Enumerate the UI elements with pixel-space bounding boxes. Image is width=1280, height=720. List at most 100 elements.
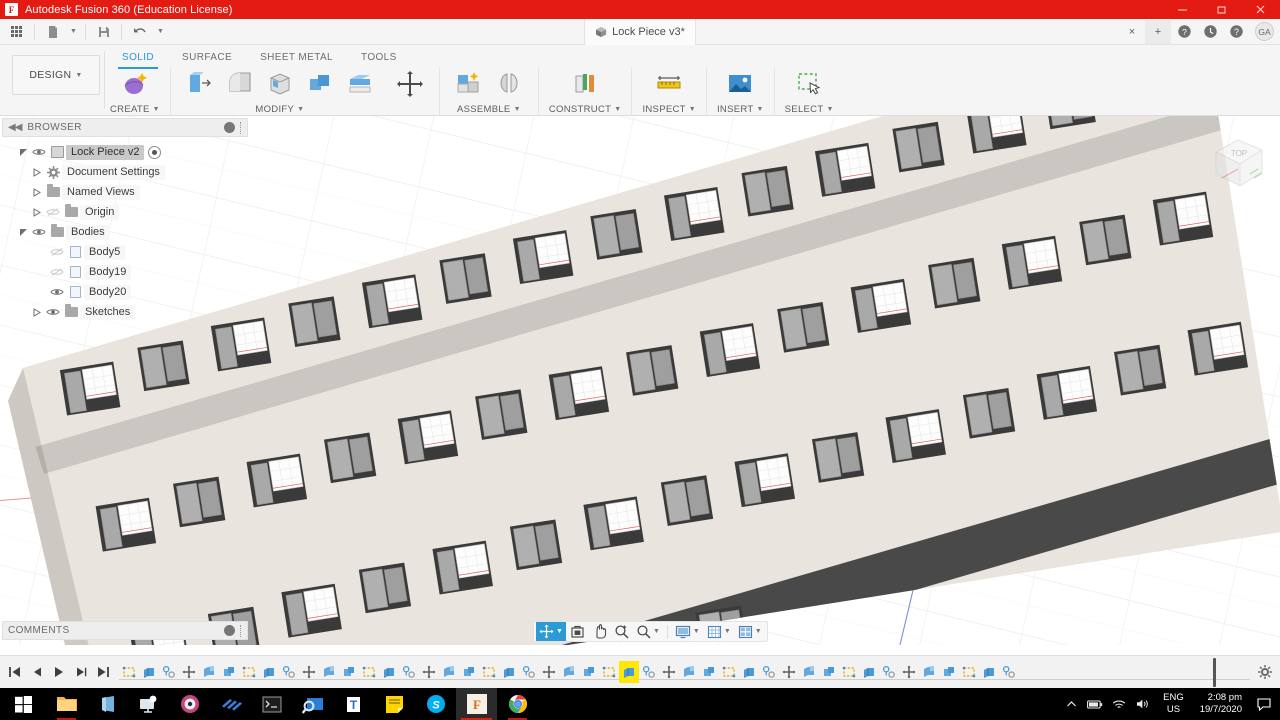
comments-resize-grip[interactable]	[240, 624, 242, 637]
action-center-icon[interactable]	[1250, 688, 1278, 720]
workspace-selector[interactable]: DESIGN ▼	[12, 55, 100, 95]
timeline-settings-icon[interactable]	[1250, 665, 1280, 679]
timeline-track[interactable]	[119, 657, 1250, 687]
new-tab-icon[interactable]: +	[1145, 19, 1171, 44]
viewport-layout-button[interactable]: ▼	[735, 622, 765, 641]
tab-tools[interactable]: TOOLS	[347, 49, 411, 66]
input-language[interactable]: ENG US	[1155, 688, 1192, 720]
timeline-feature[interactable]	[919, 661, 939, 683]
job-status-icon[interactable]	[1197, 20, 1223, 44]
expand-arrow-icon[interactable]	[30, 207, 44, 217]
timeline-feature[interactable]	[859, 661, 879, 683]
search-app-icon[interactable]	[292, 688, 333, 720]
combine-icon[interactable]	[301, 65, 339, 103]
timeline-feature[interactable]	[699, 661, 719, 683]
select-icon[interactable]	[790, 65, 828, 103]
collapse-panel-icon[interactable]: ◀◀	[8, 122, 22, 133]
minimize-button[interactable]	[1163, 0, 1202, 19]
tree-node-sketches[interactable]: Sketches	[2, 302, 248, 322]
save-icon[interactable]	[91, 21, 116, 43]
media-player-icon[interactable]	[169, 688, 210, 720]
visibility-eye-icon[interactable]	[44, 307, 62, 317]
tree-node-document-settings[interactable]: Document Settings	[2, 162, 248, 182]
timeline-marker[interactable]	[1213, 657, 1216, 687]
teams-meet-icon[interactable]	[128, 688, 169, 720]
chevron-down-icon[interactable]: ▼	[755, 628, 762, 635]
step-back-button[interactable]	[27, 661, 47, 683]
timeline-feature[interactable]	[779, 661, 799, 683]
timeline-feature[interactable]	[979, 661, 999, 683]
clock[interactable]: 2:08 pm 19/7/2020	[1192, 688, 1250, 720]
chevron-down-icon[interactable]: ▼	[756, 106, 763, 113]
restore-button[interactable]	[1202, 0, 1241, 19]
display-settings-button[interactable]: ▼	[672, 622, 703, 641]
timeline-feature[interactable]	[339, 661, 359, 683]
tree-node-origin[interactable]: Origin	[2, 202, 248, 222]
chevron-down-icon[interactable]: ▼	[689, 106, 696, 113]
tree-node-lock-piece[interactable]: Lock Piece v2	[2, 142, 248, 162]
look-at-button[interactable]	[567, 622, 588, 641]
offset-plane-icon[interactable]	[566, 65, 604, 103]
tab-surface[interactable]: SURFACE	[168, 49, 246, 66]
document-tab[interactable]: Lock Piece v3*	[584, 18, 696, 45]
pan-button[interactable]	[589, 622, 610, 641]
visibility-eye-icon[interactable]	[30, 147, 48, 157]
close-tab-icon[interactable]: ×	[1119, 20, 1145, 44]
tree-node-body5[interactable]: Body5	[2, 242, 248, 262]
orbit-button[interactable]: ▼	[536, 622, 566, 641]
timeline-feature[interactable]	[419, 661, 439, 683]
tree-node-body19[interactable]: Body19	[2, 262, 248, 282]
measure-icon[interactable]	[650, 65, 688, 103]
comments-options-icon[interactable]	[224, 625, 235, 636]
timeline-feature[interactable]	[579, 661, 599, 683]
undo-dropdown-icon[interactable]: ▼	[154, 21, 167, 43]
timeline-feature[interactable]	[259, 661, 279, 683]
windows-start-icon[interactable]	[0, 688, 46, 720]
undo-icon[interactable]	[127, 21, 152, 43]
chevron-down-icon[interactable]: ▼	[297, 106, 304, 113]
timeline-feature[interactable]	[379, 661, 399, 683]
step-forward-button[interactable]	[71, 661, 91, 683]
help-icon[interactable]: ?	[1223, 20, 1249, 44]
timeline-feature[interactable]	[639, 661, 659, 683]
joint-icon[interactable]	[490, 65, 528, 103]
expand-arrow-icon[interactable]	[30, 187, 44, 197]
teams-icon[interactable]: T	[333, 688, 374, 720]
press-pull-icon[interactable]	[181, 65, 219, 103]
timeline-feature[interactable]	[539, 661, 559, 683]
app-grid-icon[interactable]	[4, 21, 29, 43]
timeline-feature[interactable]	[119, 661, 139, 683]
timeline-feature[interactable]	[599, 661, 619, 683]
activate-component-radio[interactable]	[148, 145, 162, 159]
chevron-down-icon[interactable]: ▼	[556, 628, 563, 635]
chrome-icon[interactable]	[497, 688, 538, 720]
timeline-feature[interactable]	[139, 661, 159, 683]
browser-options-icon[interactable]	[224, 122, 235, 133]
timeline-feature[interactable]	[199, 661, 219, 683]
shell-icon[interactable]	[261, 65, 299, 103]
split-face-icon[interactable]	[341, 65, 379, 103]
panel-resize-grip[interactable]	[240, 121, 242, 134]
skype-icon[interactable]: S	[415, 688, 456, 720]
terminal-icon[interactable]	[251, 688, 292, 720]
chevron-down-icon[interactable]: ▼	[614, 106, 621, 113]
tree-node-bodies[interactable]: Bodies	[2, 222, 248, 242]
microsoft-store-icon[interactable]	[87, 688, 128, 720]
timeline-feature[interactable]	[999, 661, 1019, 683]
timeline-feature[interactable]	[319, 661, 339, 683]
chevron-down-icon[interactable]: ▼	[653, 628, 660, 635]
chevron-down-icon[interactable]: ▼	[514, 106, 521, 113]
new-document-dropdown-icon[interactable]: ▼	[67, 21, 80, 43]
fillet-icon[interactable]	[221, 65, 259, 103]
timeline-feature-selected[interactable]	[619, 661, 639, 683]
timeline-feature[interactable]	[299, 661, 319, 683]
tree-node-named-views[interactable]: Named Views	[2, 182, 248, 202]
timeline-feature[interactable]	[459, 661, 479, 683]
expand-arrow-icon[interactable]	[16, 148, 30, 157]
timeline-feature[interactable]	[759, 661, 779, 683]
timeline-feature[interactable]	[519, 661, 539, 683]
new-component-icon[interactable]	[450, 65, 488, 103]
timeline-feature[interactable]	[679, 661, 699, 683]
timeline-feature[interactable]	[899, 661, 919, 683]
timeline-feature[interactable]	[439, 661, 459, 683]
